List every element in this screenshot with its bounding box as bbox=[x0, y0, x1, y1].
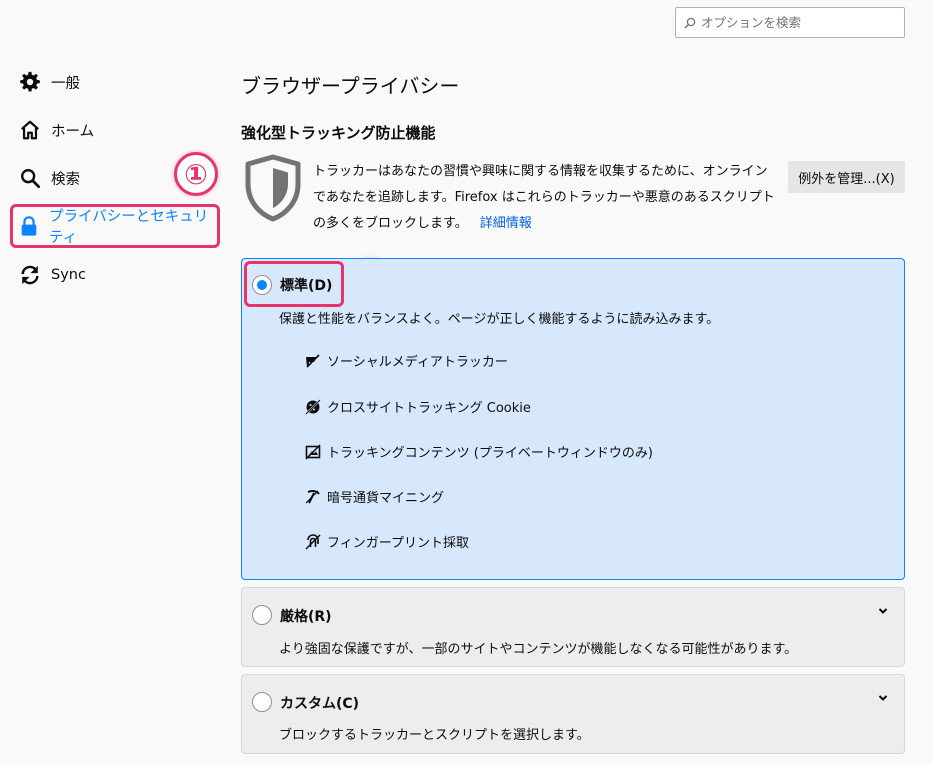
custom-radio[interactable] bbox=[252, 692, 272, 712]
learn-more-link[interactable]: 詳細情報 bbox=[480, 216, 532, 231]
sidebar-item-privacy[interactable]: プライバシーとセキュリティ bbox=[10, 204, 220, 248]
annotation-badge-1: ① bbox=[174, 152, 218, 196]
search-icon bbox=[684, 17, 696, 28]
sidebar-item-label: Sync bbox=[51, 267, 86, 283]
option-strict-card[interactable]: 厳格(R) より強固な保護ですが、一部のサイトやコンテンツが機能しなくなる可能性… bbox=[241, 587, 905, 667]
sidebar-item-label: 検索 bbox=[51, 171, 80, 188]
description-text: トラッカーはあなたの習慣や興味に関する情報を収集するために、オンラインであなたを… bbox=[313, 164, 775, 231]
feature-cryptominers: 暗号通貨マイニング bbox=[305, 487, 444, 506]
standard-description: 保護と性能をバランスよく。ページが正しく機能するように読み込みます。 bbox=[279, 312, 720, 327]
strict-radio[interactable] bbox=[252, 605, 272, 625]
home-icon bbox=[18, 118, 42, 142]
feature-fingerprinters: フィンガープリント採取 bbox=[305, 532, 469, 551]
sidebar-item-general[interactable]: 一般 bbox=[12, 62, 220, 102]
manage-exceptions-button[interactable]: 例外を管理...(X) bbox=[788, 161, 905, 193]
social-tracker-icon bbox=[306, 353, 320, 368]
strict-label: 厳格(R) bbox=[280, 609, 332, 625]
feature-social-trackers: ソーシャルメディアトラッカー bbox=[305, 351, 508, 370]
annotation-highlight-standard bbox=[244, 261, 344, 307]
search-input[interactable] bbox=[701, 15, 891, 30]
feature-cross-site-cookies: クロスサイトトラッキング Cookie bbox=[305, 397, 531, 416]
custom-label: カスタム(C) bbox=[280, 696, 360, 712]
strict-description: より強固な保護ですが、一部のサイトやコンテンツが機能しなくなる可能性があります。 bbox=[279, 642, 798, 657]
sidebar-item-label: 一般 bbox=[51, 75, 80, 92]
sidebar-item-label: ホーム bbox=[51, 123, 95, 140]
sidebar-item-label: プライバシーとセキュリティ bbox=[49, 209, 209, 246]
tracking-content-icon bbox=[305, 443, 321, 460]
sync-icon bbox=[18, 263, 42, 287]
fingerprint-icon bbox=[305, 533, 321, 549]
feature-tracking-content: トラッキングコンテンツ (プライベートウィンドウのみ) bbox=[305, 442, 653, 461]
sidebar-item-sync[interactable]: Sync bbox=[12, 255, 220, 295]
chevron-down-icon[interactable] bbox=[878, 604, 888, 619]
tracking-protection-description: トラッカーはあなたの習慣や興味に関する情報を収集するために、オンラインであなたを… bbox=[313, 159, 778, 237]
option-custom-card[interactable]: カスタム(C) ブロックするトラッカーとスクリプトを選択します。 bbox=[241, 674, 905, 754]
custom-description: ブロックするトラッカーとスクリプトを選択します。 bbox=[279, 728, 590, 743]
section-title: 強化型トラッキング防止機能 bbox=[241, 124, 436, 142]
gear-icon bbox=[18, 70, 42, 94]
magnifier-icon bbox=[18, 166, 42, 190]
chevron-down-icon[interactable] bbox=[878, 691, 888, 706]
shield-icon bbox=[245, 154, 301, 222]
sidebar-item-home[interactable]: ホーム bbox=[12, 110, 220, 150]
page-title: ブラウザープライバシー bbox=[241, 74, 460, 98]
lock-icon bbox=[18, 214, 40, 238]
cookie-icon bbox=[305, 398, 321, 415]
cryptominer-icon bbox=[305, 489, 320, 503]
search-field[interactable] bbox=[675, 7, 905, 38]
